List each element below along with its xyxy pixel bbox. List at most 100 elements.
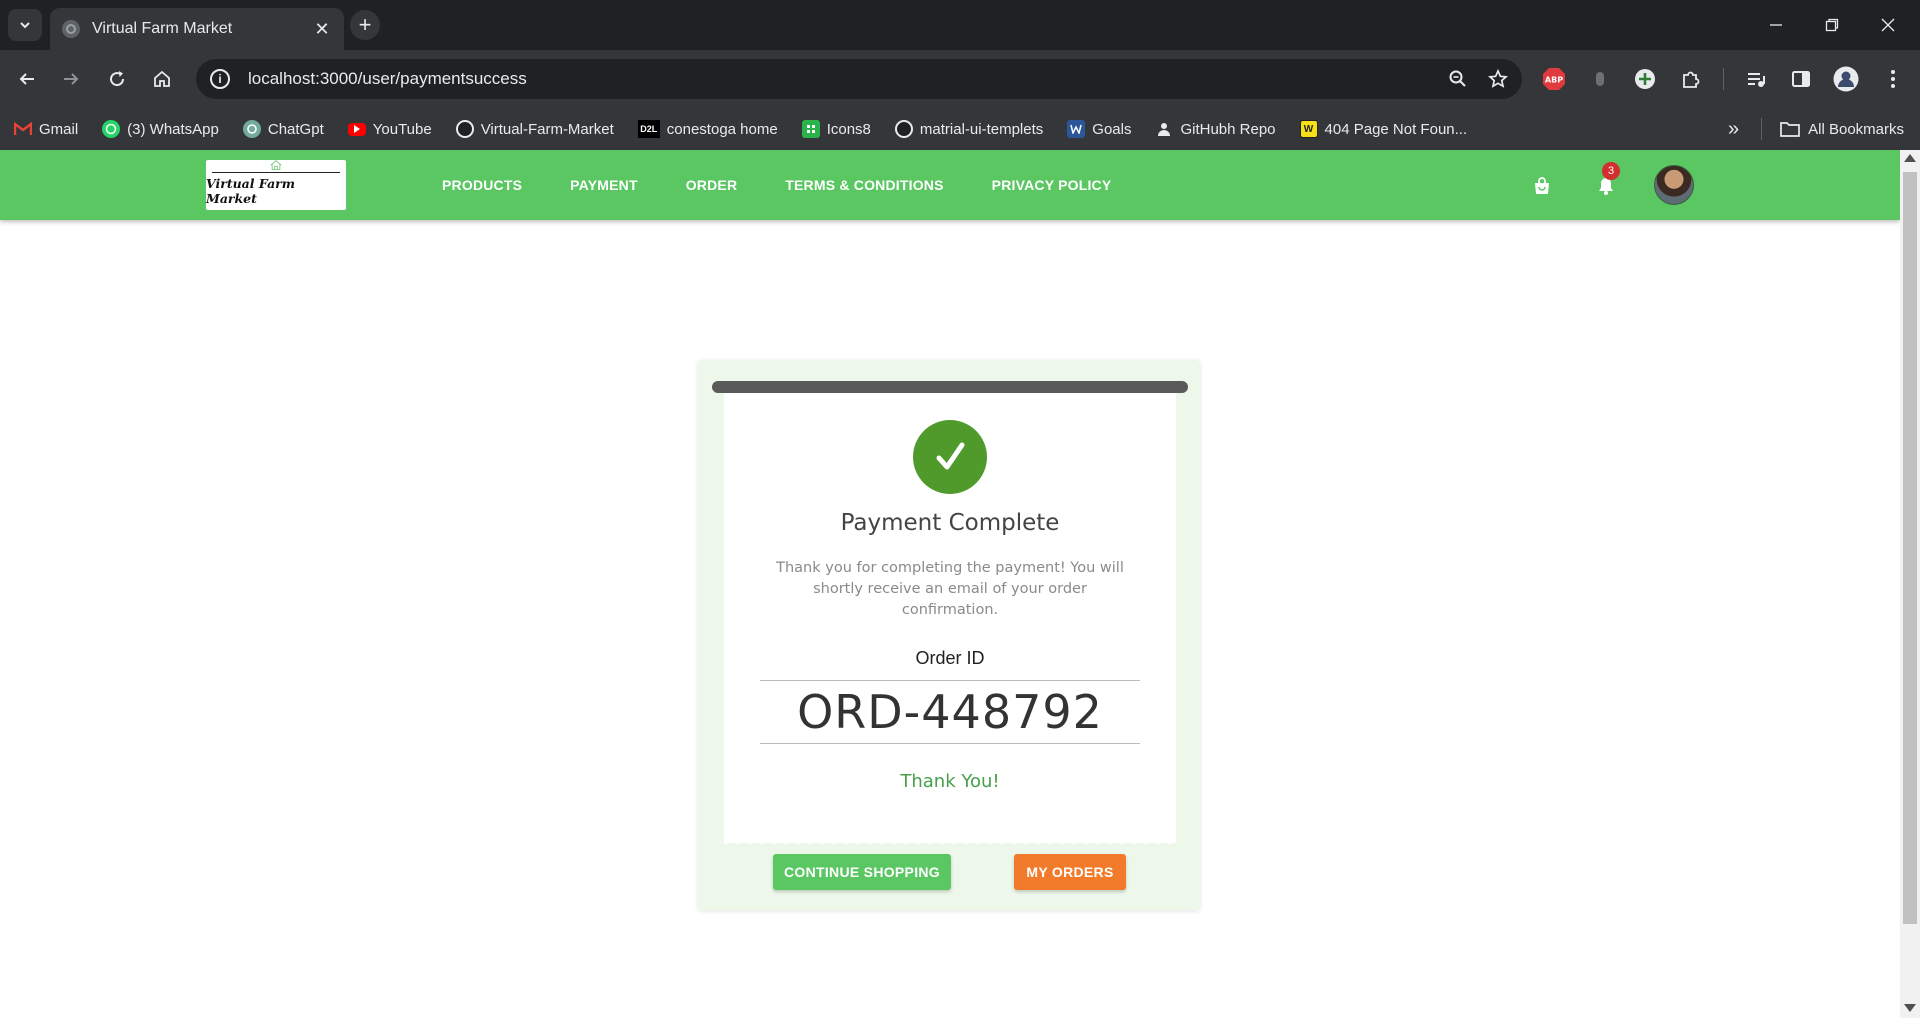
bookmarks-divider [1761,118,1763,140]
bookmark-label: Virtual-Farm-Market [480,120,614,138]
d2l-icon: D2L [637,120,660,138]
tab-title: Virtual Farm Market [92,20,233,37]
scroll-up-arrow-icon[interactable] [1904,154,1916,162]
browser-tabstrip: Virtual Farm Market ✕ + [0,0,1920,50]
bookmark-matrial-ui-templets[interactable]: matrial-ui-templets [894,120,1044,138]
minimize-button[interactable] [1748,0,1804,50]
site-logo[interactable]: Virtual Farm Market [206,160,346,210]
logo-text: Virtual Farm Market [206,176,295,206]
side-panel-icon[interactable] [1788,66,1814,92]
add-extension-icon[interactable] [1632,66,1658,92]
cart-icon[interactable] [1530,174,1554,198]
github-icon [455,120,474,138]
restore-button[interactable] [1804,0,1860,50]
folder-icon [1780,122,1800,137]
gmail-icon [14,120,32,138]
bookmarks-bar: Gmail (3) WhatsApp ChatGpt YouTube Virtu… [0,108,1920,150]
forward-button[interactable] [56,64,86,94]
whatsapp-icon [102,120,121,138]
order-id-value: ORD-448792 [797,685,1103,739]
bookmark-conestoga-home[interactable]: D2L conestoga home [637,120,778,138]
back-button[interactable] [12,64,42,94]
github-icon [894,120,913,138]
browser-toolbar: i localhost:3000/user/paymentsuccess ABP [0,50,1920,108]
globe-icon [62,20,80,38]
restore-icon [1825,18,1839,32]
main-nav: PRODUCTS PAYMENT ORDER TERMS & CONDITION… [442,150,1159,220]
bookmarks-right: » All Bookmarks [1728,108,1904,150]
scroll-down-arrow-icon[interactable] [1904,1004,1916,1012]
chevron-down-icon [20,22,30,29]
user-avatar[interactable] [1654,165,1694,205]
payment-title: Payment Complete [840,510,1060,536]
svg-text:ABP: ABP [1545,76,1563,85]
bookmark-404-page[interactable]: W 404 Page Not Foun... [1299,120,1468,138]
more-bookmarks-icon[interactable]: » [1728,118,1739,141]
bookmark-whatsapp[interactable]: (3) WhatsApp [102,120,219,138]
minimize-icon [1770,24,1782,26]
receipt-torn-edge [724,835,1176,845]
nav-order[interactable]: ORDER [686,177,738,193]
bookmark-goals[interactable]: Goals [1067,120,1131,138]
home-button[interactable] [147,64,177,94]
reload-button[interactable] [102,64,132,94]
receipt-printer-bar [712,381,1188,393]
bookmark-githubh-repo[interactable]: GitHubh Repo [1155,120,1276,138]
order-id-label: Order ID [915,648,985,668]
bookmark-label: matrial-ui-templets [919,120,1044,138]
bookmark-chatgpt[interactable]: ChatGpt [242,120,324,138]
bookmark-label: YouTube [372,120,432,138]
person-icon [1155,120,1173,138]
nav-payment[interactable]: PAYMENT [570,177,638,193]
tab-close-icon[interactable]: ✕ [312,19,332,40]
browser-tab-active[interactable]: Virtual Farm Market ✕ [50,8,344,50]
bookmark-label: conestoga home [666,120,778,138]
nav-terms[interactable]: TERMS & CONDITIONS [785,177,943,193]
scrollbar-thumb[interactable] [1903,172,1917,924]
nav-privacy[interactable]: PRIVACY POLICY [992,177,1112,193]
kebab-menu-icon[interactable] [1880,66,1906,92]
media-control-icon[interactable] [1743,66,1769,92]
puzzle-extensions-icon[interactable] [1678,66,1704,92]
address-bar[interactable]: i localhost:3000/user/paymentsuccess [196,59,1522,99]
bookmark-gmail[interactable]: Gmail [14,120,78,138]
thank-you-text: Thank You! [900,771,1000,792]
new-tab-button[interactable]: + [350,10,380,40]
bookmark-label: ChatGpt [267,120,324,138]
nav-products[interactable]: PRODUCTS [442,177,522,193]
reload-icon [110,71,125,87]
payment-message: Thank you for completing the payment! Yo… [776,560,1124,618]
home-icon [154,70,170,87]
bookmark-virtual-farm-market[interactable]: Virtual-Farm-Market [455,120,614,138]
bookmark-label: Gmail [39,120,79,138]
my-orders-button[interactable]: MY ORDERS [1014,854,1126,890]
url-text[interactable]: localhost:3000/user/paymentsuccess [248,69,1438,89]
bookmark-label: 404 Page Not Foun... [1324,120,1468,138]
arrow-right-icon [64,73,79,85]
bookmark-label: Goals [1092,120,1132,138]
bookmark-icons8[interactable]: Icons8 [801,120,871,138]
success-check-icon [913,420,987,494]
all-bookmarks-label: All Bookmarks [1808,120,1904,138]
bookmark-label: GitHubh Repo [1180,120,1276,138]
star-icon[interactable] [1478,69,1518,89]
house-icon [270,160,282,171]
tab-search-button[interactable] [8,9,42,41]
profile-avatar-icon[interactable] [1833,66,1859,92]
notification-badge: 3 [1602,162,1620,180]
arrow-left-icon [19,73,34,85]
close-window-button[interactable] [1860,0,1916,50]
close-icon [1881,18,1895,32]
extension-dot-icon[interactable] [1587,66,1613,92]
toolbar-divider [1723,68,1724,90]
icons8-icon [801,120,820,138]
info-icon[interactable]: i [210,69,230,89]
all-bookmarks-button[interactable]: All Bookmarks [1780,121,1904,138]
chatgpt-icon [242,120,261,138]
order-id-box: ORD-448792 [760,680,1140,744]
adblock-extension-icon[interactable]: ABP [1541,66,1567,92]
logo-divider [212,172,340,173]
continue-shopping-button[interactable]: CONTINUE SHOPPING [773,854,951,890]
bookmark-youtube[interactable]: YouTube [347,120,432,138]
zoom-icon[interactable] [1438,69,1478,89]
